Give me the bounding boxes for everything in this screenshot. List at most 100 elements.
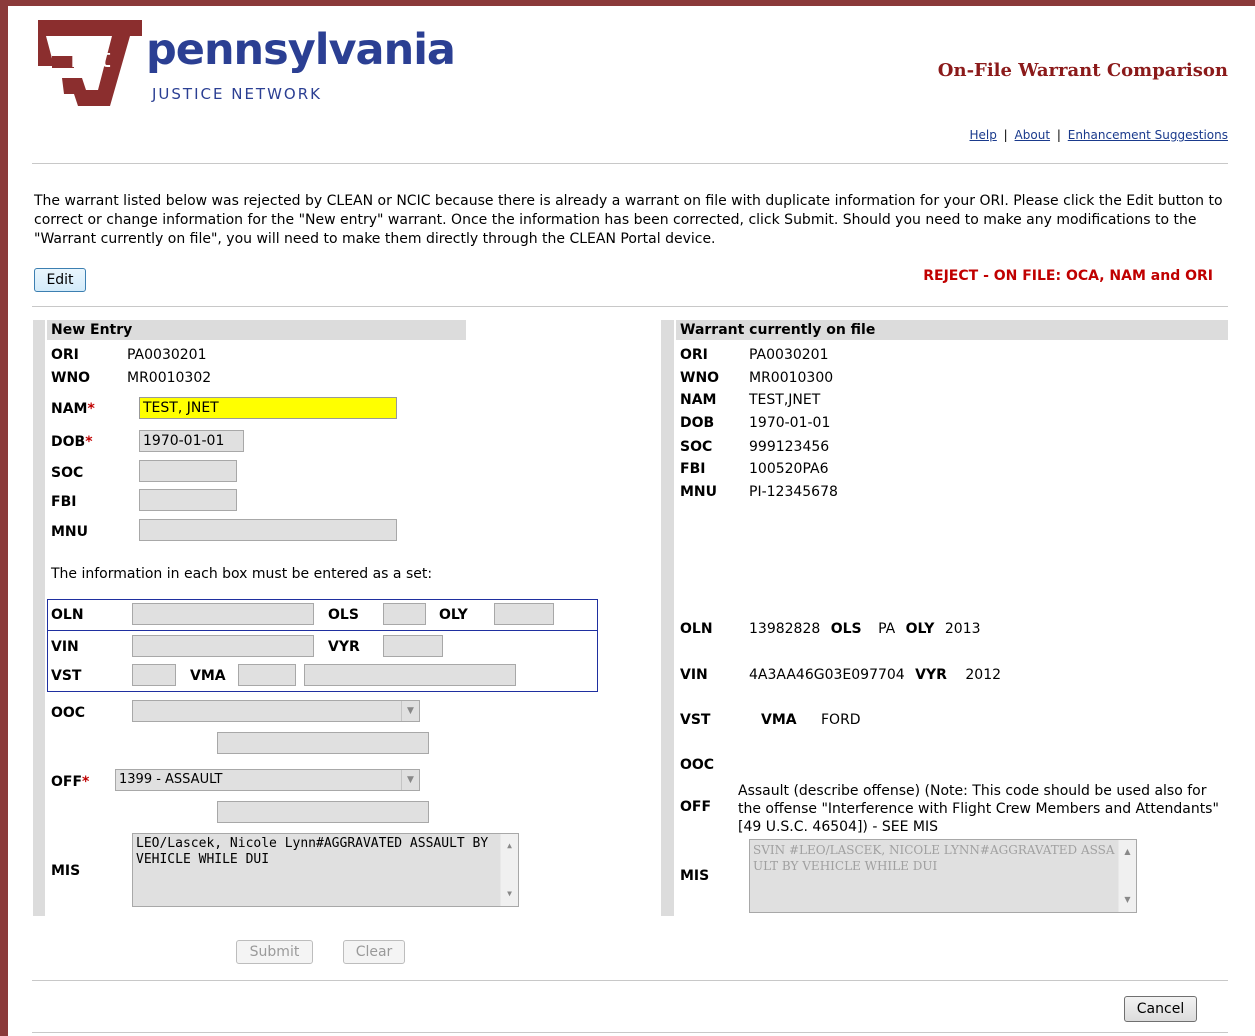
edit-button[interactable]: Edit [34,268,86,292]
ori-label: ORI [51,347,79,363]
on-file-mnu-value: PI-12345678 [749,484,838,500]
oly-label: OLY [439,607,468,623]
new-ori-value: PA0030201 [127,347,207,363]
vst-label: VST [51,668,82,684]
link-separator: | [1003,128,1008,142]
off-label: OFF* [51,774,89,790]
on-file-vma-value: FORD [821,712,861,728]
brand-subtitle: JUSTICE NETWORK [152,85,322,103]
oly-input[interactable] [494,603,554,625]
vyr-label: VYR [915,667,947,683]
on-file-oln-value: 13982828 [749,621,821,637]
vin-input[interactable] [132,635,314,657]
divider [32,163,1228,164]
submit-button[interactable]: Submit [236,940,313,964]
on-file-mis-textarea[interactable]: SVIN #LEO/LASCEK, NICOLE LYNN#AGGRAVATED… [749,839,1137,913]
fbi-input[interactable] [139,489,237,511]
vst-label: VST [680,712,711,728]
oln-label: OLN [680,621,713,637]
scrollbar[interactable]: ▲ ▼ [500,834,518,906]
about-link[interactable]: About [1015,128,1050,142]
on-file-fbi-value: 100520PA6 [749,461,829,477]
cancel-button[interactable]: Cancel [1124,996,1197,1022]
on-file-ols-value: PA [878,621,896,637]
ols-label: OLS [328,607,359,623]
vma-description-input[interactable] [304,664,516,686]
ori-label: ORI [680,347,708,363]
required-mark: * [82,774,90,790]
ols-label: OLS [830,621,862,637]
on-file-soc-value: 999123456 [749,439,830,455]
required-mark: * [87,401,95,417]
on-file-vyr-value: 2012 [965,667,1002,683]
oln-label: OLN [51,607,84,623]
link-separator: | [1056,128,1061,142]
on-file-vin-value: 4A3AA46G03E097704 [749,667,905,683]
divider [32,980,1228,981]
mnu-input[interactable] [139,519,397,541]
oln-input[interactable] [132,603,314,625]
mis-label: MIS [51,863,81,879]
reject-message: REJECT - ON FILE: OCA, NAM and ORI [923,268,1213,284]
on-file-mis-text: SVIN #LEO/LASCEK, NICOLE LYNN#AGGRAVATED… [753,843,1115,873]
ooc-extra-input[interactable] [217,732,429,754]
divider [32,306,1228,307]
scroll-up-icon: ▲ [507,841,512,850]
chevron-down-icon: ▼ [401,770,419,790]
on-file-off-description: Assault (describe offense) (Note: This c… [738,783,1219,835]
on-file-heading: Warrant currently on file [676,320,1228,340]
dob-input[interactable]: 1970-01-01 [139,430,244,452]
on-file-wno-value: MR0010300 [749,370,834,386]
mnu-label: MNU [51,524,89,540]
ooc-label: OOC [680,757,715,773]
clear-button[interactable]: Clear [343,940,405,964]
vin-label: VIN [680,667,708,683]
nam-label: NAM [680,392,717,408]
off-select[interactable]: 1399 - ASSAULT ▼ [115,769,420,791]
vst-input[interactable] [132,664,176,686]
set-note: The information in each box must be ente… [51,566,433,582]
soc-label: SOC [51,465,84,481]
dob-label: DOB* [51,434,93,450]
wno-label: WNO [51,370,91,386]
scroll-down-icon: ▼ [1124,895,1131,904]
scroll-up-icon: ▲ [1124,847,1131,856]
on-file-nam-value: TEST,JNET [749,392,821,408]
page-title: On-File Warrant Comparison [937,60,1228,81]
dob-label: DOB [680,415,715,431]
brand-name: pennsylvania [146,25,456,75]
wno-label: WNO [680,370,720,386]
divider [32,1032,1228,1033]
new-entry-heading: New Entry [47,320,466,340]
vma-input[interactable] [238,664,296,686]
off-label: OFF [680,799,712,815]
required-mark: * [85,434,93,450]
ooc-label: OOC [51,705,86,721]
ooc-select[interactable]: ▼ [132,700,420,722]
vyr-label: VYR [328,639,360,655]
on-file-oln-row: 13982828 OLS PA OLY 2013 [749,621,981,637]
help-link[interactable]: Help [969,128,996,142]
mis-textarea[interactable]: LEO/Lascek, Nicole Lynn#AGGRAVATED ASSAU… [132,833,519,907]
ols-input[interactable] [383,603,426,625]
off-extra-input[interactable] [217,801,429,823]
scrollbar[interactable]: ▲ ▼ [1118,840,1136,912]
on-file-dob-value: 1970-01-01 [749,415,831,431]
mis-text: LEO/Lascek, Nicole Lynn#AGGRAVATED ASSAU… [136,836,497,867]
nam-label: NAM* [51,401,95,417]
nam-label-text: NAM [51,401,88,417]
vma-label: VMA [190,668,226,684]
nam-input[interactable]: TEST, JNET [139,397,397,419]
chevron-down-icon: ▼ [401,701,419,721]
top-links: Help | About | Enhancement Suggestions [969,128,1228,142]
on-file-oly-value: 2013 [944,621,981,637]
enhancement-suggestions-link[interactable]: Enhancement Suggestions [1068,128,1228,142]
fbi-label: FBI [680,461,706,477]
soc-input[interactable] [139,460,237,482]
fbi-label: FBI [51,494,77,510]
new-wno-value: MR0010302 [127,370,212,386]
dob-label-text: DOB [51,434,86,450]
off-label-text: OFF [51,774,83,790]
vyr-input[interactable] [383,635,443,657]
mis-label: MIS [680,868,710,884]
